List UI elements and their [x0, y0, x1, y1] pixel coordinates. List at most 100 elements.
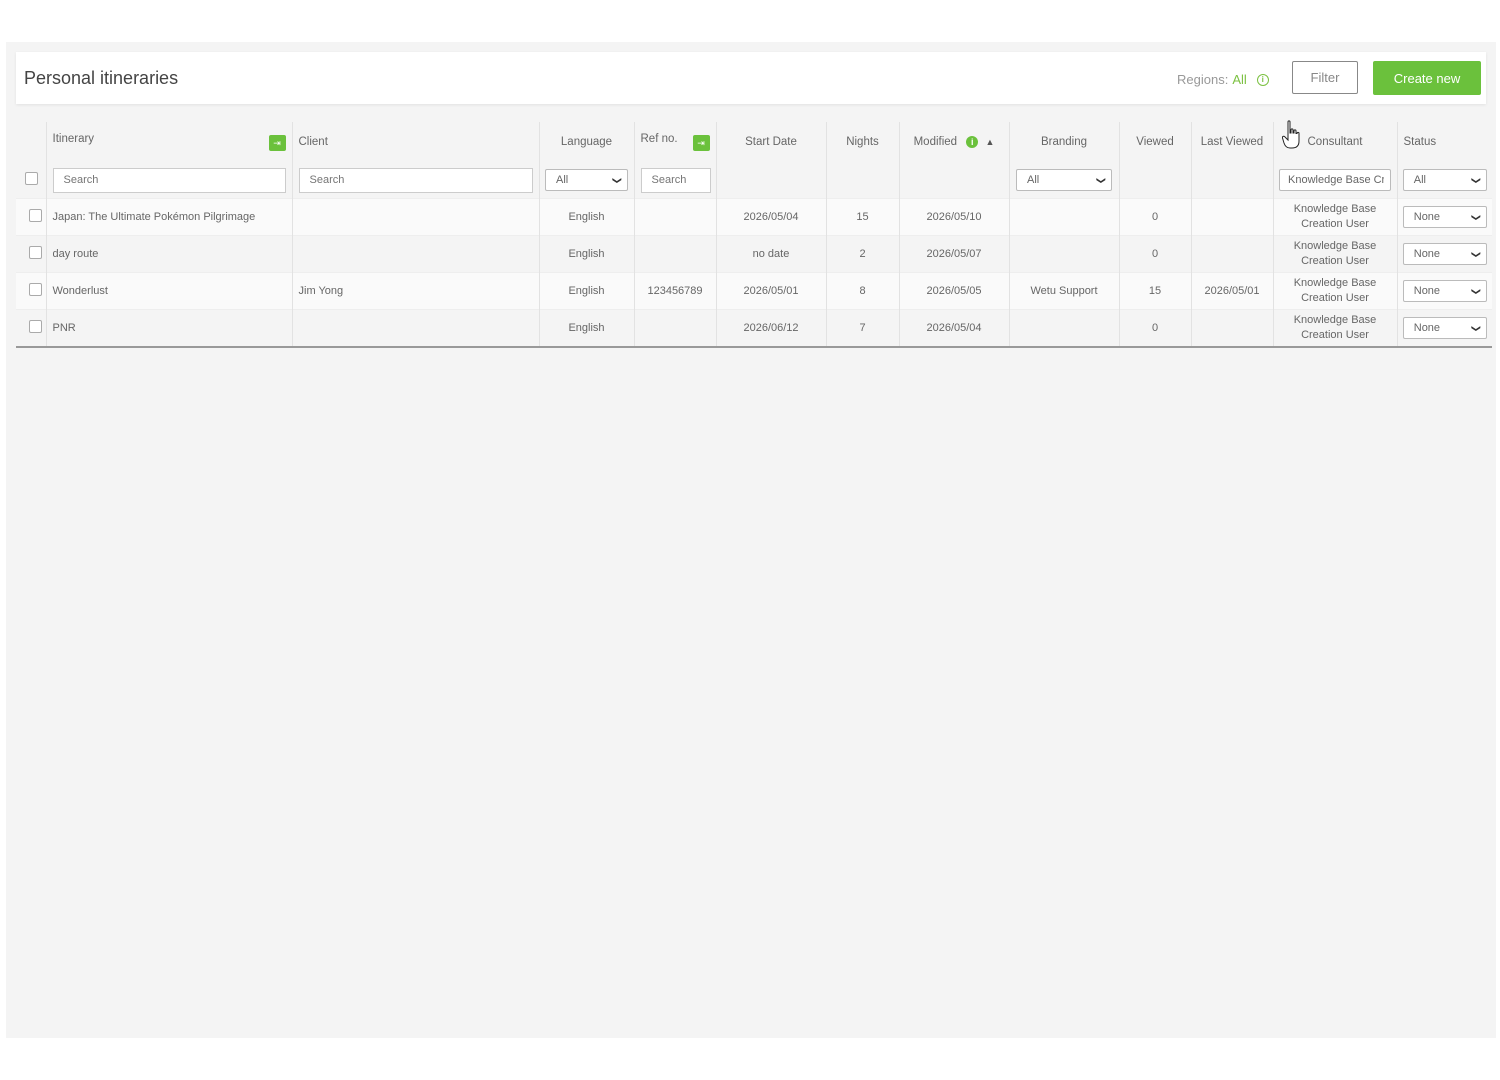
cell-itinerary[interactable]: Wonderlust: [46, 272, 293, 310]
info-icon[interactable]: i: [966, 135, 979, 148]
cell-viewed: 0: [1119, 235, 1192, 273]
branding-filter-select[interactable]: All ❯: [1016, 169, 1112, 191]
filter-button[interactable]: Filter: [1292, 61, 1358, 94]
cell-branding: [1009, 309, 1120, 347]
header-consultant[interactable]: Consultant: [1273, 122, 1398, 162]
cell-status: None ❯: [1397, 272, 1492, 310]
cell-ref-no: [634, 198, 717, 236]
table-body: Japan: The Ultimate Pokémon Pilgrimage En…: [16, 198, 1492, 348]
header-branding[interactable]: Branding: [1009, 122, 1120, 162]
cell-modified: 2026/05/04: [899, 309, 1010, 347]
row-checkbox[interactable]: [28, 209, 42, 222]
itineraries-table: Itinerary ⇥ Client Language Ref no. ⇥ St…: [16, 122, 1492, 348]
language-filter-select[interactable]: All ❯: [545, 169, 628, 191]
row-checkbox[interactable]: [28, 283, 42, 296]
table-row[interactable]: Wonderlust Jim Yong English 123456789 2026/0…: [16, 272, 1492, 310]
cell-modified: 2026/05/10: [899, 198, 1010, 236]
cell-branding: [1009, 198, 1120, 236]
cell-start-date: 2026/06/12: [716, 309, 827, 347]
header-viewed[interactable]: Viewed: [1119, 122, 1192, 162]
header-last-viewed[interactable]: Last Viewed: [1191, 122, 1274, 162]
header-status[interactable]: Status: [1397, 122, 1492, 162]
filter-ref-cell: [634, 162, 717, 199]
ref-search-input[interactable]: [640, 167, 711, 193]
filter-itinerary-cell: [46, 162, 293, 199]
cell-viewed: 15: [1119, 272, 1192, 310]
cell-itinerary[interactable]: day route: [46, 235, 293, 273]
filter-language-cell: All ❯: [539, 162, 635, 199]
column-toggle-icon[interactable]: ⇥: [692, 135, 710, 151]
filter-empty-cell: [1119, 162, 1192, 199]
cell-start-date: 2026/05/01: [716, 272, 827, 310]
status-select[interactable]: None ❯: [1402, 317, 1487, 339]
info-icon[interactable]: i: [1256, 73, 1269, 86]
regions-selector[interactable]: Regions: All i: [1177, 72, 1269, 87]
cell-consultant: Knowledge Base Creation User: [1273, 309, 1398, 347]
status-select[interactable]: None ❯: [1402, 243, 1487, 265]
header-itinerary[interactable]: Itinerary ⇥: [46, 122, 293, 162]
cell-language: English: [539, 309, 635, 347]
itinerary-search-input[interactable]: [52, 167, 286, 193]
header-nights[interactable]: Nights: [826, 122, 900, 162]
table-row[interactable]: Japan: The Ultimate Pokémon Pilgrimage En…: [16, 198, 1492, 236]
consultant-name: Knowledge Base Creation User: [1293, 277, 1377, 304]
cell-ref-no: [634, 309, 717, 347]
table-row[interactable]: day route English no date 2 2026/05/07 0 Knowl…: [16, 235, 1492, 273]
filter-client-cell: [292, 162, 540, 199]
chevron-down-icon: ❯: [1096, 176, 1107, 184]
cell-status: None ❯: [1397, 236, 1492, 273]
chevron-down-icon: ❯: [612, 176, 623, 184]
cell-start-date: 2026/05/04: [716, 198, 827, 236]
table-header-row: Itinerary ⇥ Client Language Ref no. ⇥ St…: [16, 122, 1492, 162]
chevron-down-icon: ❯: [1471, 324, 1482, 332]
header-start-date[interactable]: Start Date: [716, 122, 827, 162]
cell-status: None ❯: [1397, 310, 1492, 348]
page-title: Personal itineraries: [24, 68, 179, 88]
filter-branding-cell: All ❯: [1009, 162, 1120, 199]
row-checkbox[interactable]: [28, 320, 42, 333]
cell-itinerary[interactable]: Japan: The Ultimate Pokémon Pilgrimage: [46, 198, 293, 236]
row-select-cell: [16, 198, 47, 236]
cell-language: English: [539, 198, 635, 236]
filter-empty-cell: [899, 162, 1010, 199]
cell-client: Jim Yong: [292, 272, 540, 310]
status-select[interactable]: None ❯: [1402, 206, 1487, 228]
client-search-input[interactable]: [298, 167, 533, 193]
cell-modified: 2026/05/07: [899, 235, 1010, 273]
filter-empty-cell: [1191, 162, 1274, 199]
header-language[interactable]: Language: [539, 122, 635, 162]
cell-nights: 8: [826, 272, 900, 310]
cell-viewed: 0: [1119, 198, 1192, 236]
status-select[interactable]: None ❯: [1402, 280, 1487, 302]
cell-consultant: Knowledge Base Creation User: [1273, 272, 1398, 310]
cell-ref-no: 123456789: [634, 272, 717, 310]
header-ref-no[interactable]: Ref no. ⇥: [634, 122, 717, 162]
cell-nights: 15: [826, 198, 900, 236]
row-select-cell: [16, 272, 47, 310]
cell-itinerary[interactable]: PNR: [46, 309, 293, 347]
cell-branding: Wetu Support: [1009, 272, 1120, 310]
chevron-down-icon: ❯: [1471, 250, 1482, 258]
header-client[interactable]: Client: [292, 122, 540, 162]
status-filter-select[interactable]: All ❯: [1402, 169, 1487, 191]
header-modified[interactable]: Modified i ▲: [899, 122, 1010, 162]
sort-ascending-icon[interactable]: ▲: [985, 137, 994, 147]
row-checkbox[interactable]: [28, 246, 42, 259]
cell-last-viewed: [1191, 235, 1274, 273]
filter-status-cell: All ❯: [1397, 162, 1492, 199]
row-select-cell: [16, 235, 47, 273]
filter-empty-cell: [826, 162, 900, 199]
table-filter-row: All❯ All❯ Knowledge Base Creation User A…: [16, 162, 1492, 199]
chevron-down-icon: ❯: [1471, 176, 1482, 184]
select-all-checkbox[interactable]: [25, 172, 38, 185]
consultant-filter-select[interactable]: Knowledge Base Creation User: [1279, 169, 1391, 191]
regions-value[interactable]: All: [1232, 72, 1246, 87]
cell-language: English: [539, 235, 635, 273]
column-toggle-icon[interactable]: ⇥: [268, 135, 286, 151]
regions-label: Regions:: [1177, 72, 1229, 87]
consultant-name: Knowledge Base Creation User: [1293, 314, 1377, 341]
consultant-name: Knowledge Base Creation User: [1293, 203, 1377, 230]
cell-client: [292, 235, 540, 273]
create-new-button[interactable]: Create new: [1373, 61, 1481, 95]
table-row[interactable]: PNR English 2026/06/12 7 2026/05/04 0 Knowledg…: [16, 309, 1492, 348]
